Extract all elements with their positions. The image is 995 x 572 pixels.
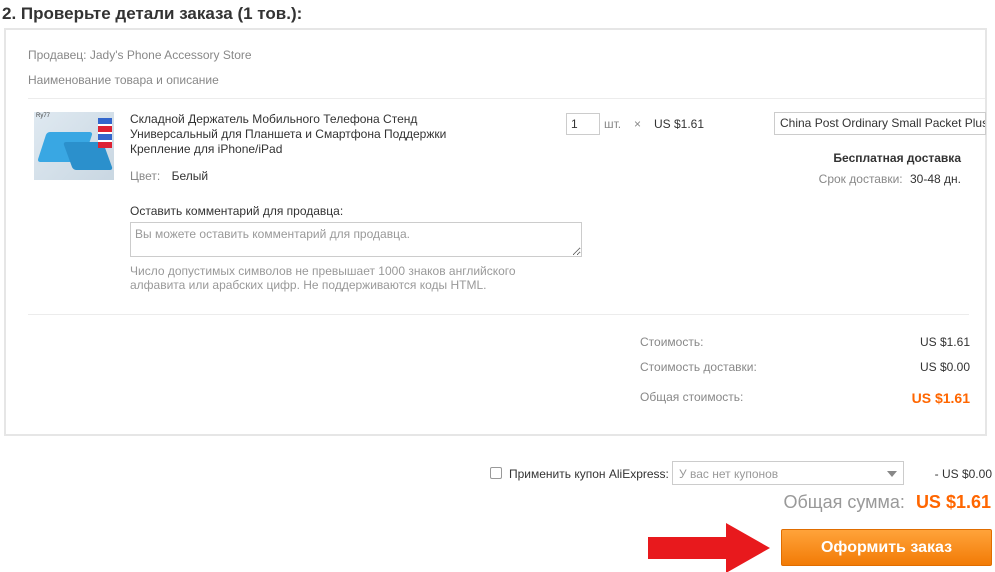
shipping-cost-value: US $0.00 [919,360,970,374]
coupon-select-value: У вас нет купонов [679,467,779,481]
delivery-time-label: Срок доставки: [818,172,903,186]
section-title: 2. Проверьте детали заказа (1 тов.): [2,4,303,23]
color-label: Цвет: [130,169,161,183]
red-arrow-icon [648,523,770,572]
coupon-discount: - US $0.00 [934,467,992,481]
product-title-link[interactable]: Складной Держатель Мобильного Телефона С… [130,112,450,157]
comment-hint: Число допустимых символов не превышает 1… [130,264,516,292]
shipping-method-select[interactable]: China Post Ordinary Small Packet Plus [774,112,986,135]
comment-label: Оставить комментарий для продавца: [130,204,344,218]
order-details-box: Продавец: Jady's Phone Accessory Store Н… [4,28,987,436]
grand-total-value: US $1.61 [915,492,991,512]
delivery-time-value: 30-48 дн. [910,172,961,186]
divider [28,314,969,315]
quantity-unit: шт. [604,117,622,131]
product-cube-shape [98,118,112,148]
checkout-page: 2. Проверьте детали заказа (1 тов.): Про… [0,0,995,572]
multiply-sign: × [634,117,642,131]
chevron-down-icon [887,471,897,477]
product-color: Цвет: Белый [130,169,208,183]
seller-comment-textarea[interactable] [130,222,582,257]
cost-label: Стоимость: [640,335,704,349]
color-value: Белый [171,169,209,183]
quantity-input[interactable] [566,113,600,135]
coupon-checkbox[interactable] [490,467,502,479]
shipping-cost-label: Стоимость доставки: [640,360,757,374]
cost-value: US $1.61 [919,335,970,349]
order-total-value: US $1.61 [911,390,970,406]
free-shipping-label: Бесплатная доставка [833,151,961,165]
order-total-label: Общая стоимость: [640,390,744,404]
delivery-time: Срок доставки: 30-48 дн. [819,172,961,186]
unit-price: US $1.61 [654,117,705,131]
product-column-header: Наименование товара и описание [28,73,219,87]
divider [28,98,985,99]
seller-name[interactable]: Продавец: Jady's Phone Accessory Store [28,48,252,62]
coupon-label[interactable]: Применить купон AliExpress: [509,467,669,481]
product-image[interactable]: Ry77 [34,112,114,180]
coupon-select[interactable]: У вас нет купонов [672,461,904,485]
grand-total-label: Общая сумма: [783,492,905,512]
product-image-brand: Ry77 [36,113,51,119]
place-order-button[interactable]: Оформить заказ [781,529,992,566]
grand-total: Общая сумма: US $1.61 [783,492,991,513]
coupon-row: Применить купон AliExpress: У вас нет ку… [490,461,995,485]
